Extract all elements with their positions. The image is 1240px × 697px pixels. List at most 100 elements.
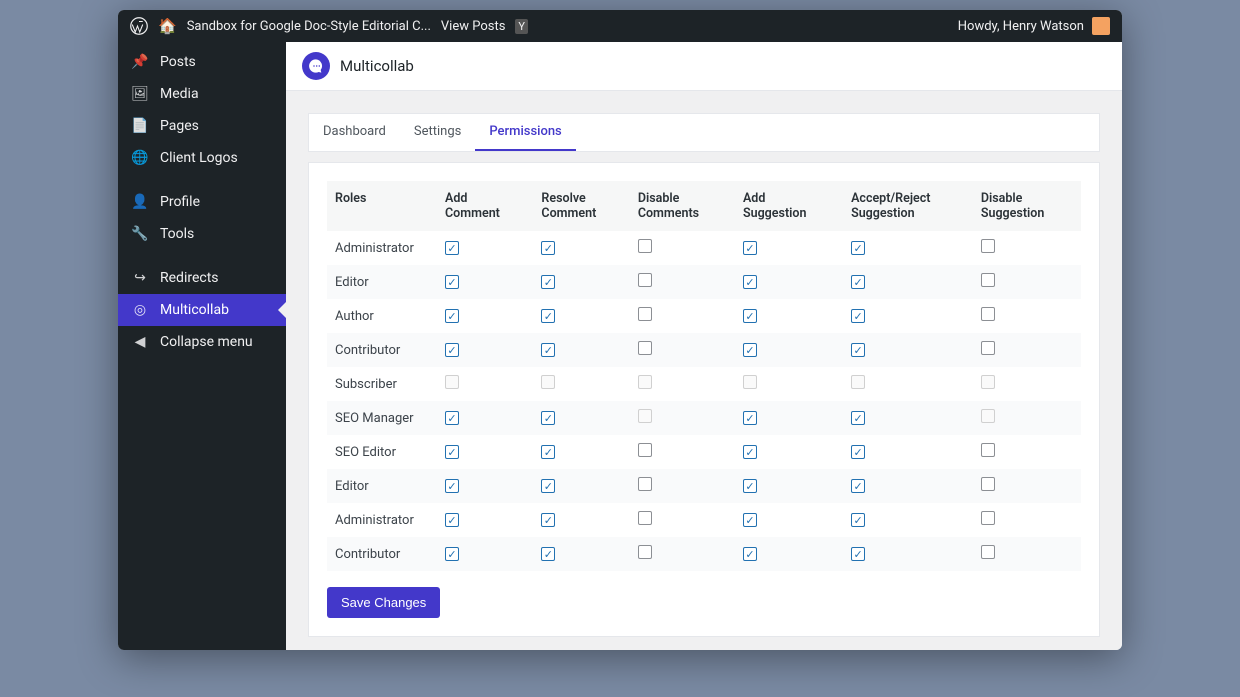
role-cell: Author — [327, 299, 437, 333]
checkbox[interactable] — [638, 307, 652, 321]
wordpress-logo-icon[interactable] — [130, 17, 148, 35]
tab-permissions[interactable]: Permissions — [475, 114, 575, 151]
view-posts-link[interactable]: View Posts — [441, 19, 506, 34]
checkbox[interactable] — [445, 343, 459, 357]
sidebar-item-pages[interactable]: 📄Pages — [118, 110, 286, 142]
checkbox[interactable] — [445, 411, 459, 425]
sidebar-item-client-logos[interactable]: 🌐Client Logos — [118, 142, 286, 174]
checkbox[interactable] — [851, 241, 865, 255]
perm-cell — [533, 469, 629, 503]
checkbox[interactable] — [445, 513, 459, 527]
checkbox[interactable] — [981, 511, 995, 525]
checkbox[interactable] — [743, 275, 757, 289]
checkbox[interactable] — [541, 479, 555, 493]
howdy-link[interactable]: Howdy, Henry Watson — [958, 19, 1084, 34]
yoast-icon[interactable]: Y — [515, 19, 528, 34]
checkbox[interactable] — [981, 545, 995, 559]
checkbox[interactable] — [743, 513, 757, 527]
checkbox[interactable] — [445, 445, 459, 459]
sidebar-item-tools[interactable]: 🔧Tools — [118, 218, 286, 250]
col-2: ResolveComment — [533, 181, 629, 231]
tab-dashboard[interactable]: Dashboard — [309, 114, 400, 151]
site-name-link[interactable]: Sandbox for Google Doc-Style Editorial C… — [187, 19, 431, 34]
sidebar-item-redirects[interactable]: ↪Redirects — [118, 262, 286, 294]
perm-cell — [437, 265, 533, 299]
checkbox[interactable] — [743, 411, 757, 425]
checkbox[interactable] — [981, 307, 995, 321]
tab-settings[interactable]: Settings — [400, 114, 475, 151]
checkbox[interactable] — [851, 343, 865, 357]
perm-cell — [630, 333, 735, 367]
checkbox[interactable] — [851, 411, 865, 425]
checkbox[interactable] — [445, 241, 459, 255]
checkbox[interactable] — [743, 343, 757, 357]
perm-cell — [843, 299, 973, 333]
checkbox[interactable] — [851, 275, 865, 289]
checkbox[interactable] — [541, 275, 555, 289]
checkbox[interactable] — [743, 479, 757, 493]
checkbox[interactable] — [638, 545, 652, 559]
sidebar-item-tools-icon: 🔧 — [130, 226, 150, 242]
checkbox[interactable] — [638, 443, 652, 457]
perm-cell — [533, 537, 629, 571]
save-button[interactable]: Save Changes — [327, 587, 440, 618]
sidebar-item-multicollab[interactable]: ◎Multicollab — [118, 294, 286, 326]
sidebar-item-posts[interactable]: 📌Posts — [118, 46, 286, 78]
checkbox[interactable] — [981, 443, 995, 457]
checkbox[interactable] — [541, 241, 555, 255]
table-row: Editor — [327, 265, 1081, 299]
sidebar-item-profile[interactable]: 👤Profile — [118, 186, 286, 218]
checkbox[interactable] — [638, 273, 652, 287]
checkbox[interactable] — [981, 477, 995, 491]
perm-cell — [533, 503, 629, 537]
checkbox[interactable] — [743, 309, 757, 323]
sidebar-item-collapse[interactable]: ◀Collapse menu — [118, 326, 286, 358]
col-6: DisableSuggestion — [973, 181, 1081, 231]
checkbox[interactable] — [445, 309, 459, 323]
checkbox[interactable] — [541, 343, 555, 357]
perm-cell — [843, 469, 973, 503]
checkbox[interactable] — [541, 445, 555, 459]
perm-cell — [630, 503, 735, 537]
sidebar-item-label: Redirects — [160, 270, 219, 286]
checkbox[interactable] — [851, 513, 865, 527]
page-title: Multicollab — [340, 57, 414, 75]
checkbox[interactable] — [851, 445, 865, 459]
checkbox[interactable] — [981, 341, 995, 355]
checkbox[interactable] — [638, 239, 652, 253]
checkbox[interactable] — [541, 547, 555, 561]
checkbox[interactable] — [541, 513, 555, 527]
sidebar-item-media[interactable]: 🖼Media — [118, 78, 286, 110]
checkbox[interactable] — [638, 341, 652, 355]
checkbox[interactable] — [445, 275, 459, 289]
checkbox[interactable] — [743, 547, 757, 561]
perm-cell — [437, 367, 533, 401]
checkbox[interactable] — [541, 309, 555, 323]
avatar[interactable] — [1092, 17, 1110, 35]
perm-cell — [437, 469, 533, 503]
checkbox[interactable] — [851, 479, 865, 493]
perm-cell — [630, 299, 735, 333]
perm-cell — [533, 231, 629, 265]
perm-cell — [735, 265, 843, 299]
perm-cell — [630, 401, 735, 435]
page-header: Multicollab — [286, 42, 1122, 91]
checkbox[interactable] — [445, 547, 459, 561]
checkbox[interactable] — [638, 477, 652, 491]
checkbox[interactable] — [445, 479, 459, 493]
checkbox[interactable] — [743, 445, 757, 459]
home-icon[interactable]: 🏠 — [158, 17, 177, 35]
checkbox[interactable] — [541, 411, 555, 425]
checkbox[interactable] — [638, 511, 652, 525]
checkbox[interactable] — [981, 239, 995, 253]
checkbox — [981, 409, 995, 423]
checkbox[interactable] — [851, 547, 865, 561]
checkbox[interactable] — [851, 309, 865, 323]
perm-cell — [533, 299, 629, 333]
perm-cell — [735, 299, 843, 333]
perm-cell — [630, 469, 735, 503]
sidebar-item-profile-icon: 👤 — [130, 194, 150, 210]
checkbox[interactable] — [743, 241, 757, 255]
checkbox[interactable] — [981, 273, 995, 287]
checkbox — [638, 375, 652, 389]
